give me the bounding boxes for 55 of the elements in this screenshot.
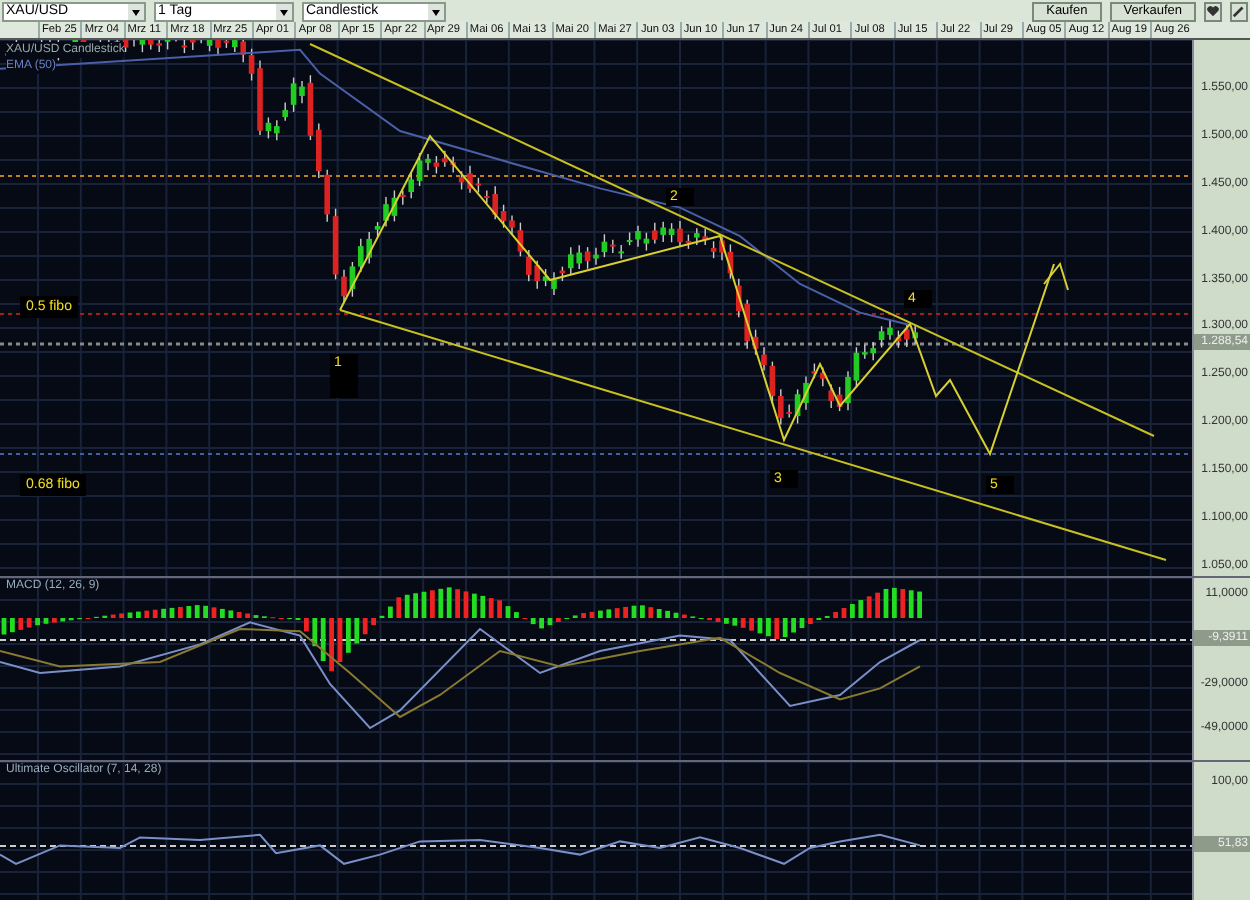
heart-icon-button[interactable] xyxy=(1204,1,1222,21)
histogram-bar xyxy=(505,606,511,618)
histogram-bar xyxy=(665,610,670,618)
histogram-bar xyxy=(799,618,805,629)
histogram-bar xyxy=(749,618,754,631)
histogram-bar xyxy=(883,588,889,618)
histogram-bar xyxy=(136,611,141,618)
histogram-bar xyxy=(757,618,763,634)
histogram-bar xyxy=(337,618,343,662)
histogram-bar xyxy=(766,618,771,637)
histogram-bar xyxy=(1,618,7,635)
histogram-bar xyxy=(623,606,628,618)
histogram-bar xyxy=(497,600,502,618)
histogram-bar xyxy=(673,612,679,618)
histogram-bar xyxy=(203,605,208,618)
histogram-bar xyxy=(178,606,183,618)
histogram-bar xyxy=(917,591,922,618)
histogram-bar xyxy=(220,608,225,618)
histogram-bar xyxy=(430,590,435,618)
histogram-bar xyxy=(589,611,595,618)
histogram-bar xyxy=(850,604,855,618)
histogram-bar xyxy=(119,613,124,618)
histogram-bar xyxy=(127,612,133,618)
histogram-bar xyxy=(43,618,49,624)
histogram-bar xyxy=(539,618,544,629)
histogram-bar xyxy=(455,589,460,618)
histogram-bar xyxy=(598,610,603,618)
histogram-bar xyxy=(724,618,729,624)
histogram-bar xyxy=(791,618,796,633)
histogram-bar xyxy=(346,618,351,653)
histogram-bar xyxy=(371,618,376,626)
histogram-bar xyxy=(161,608,166,618)
histogram-bar xyxy=(245,613,250,618)
histogram-bar xyxy=(169,607,175,618)
histogram-bar xyxy=(892,587,897,618)
histogram-bar xyxy=(329,618,334,672)
histogram-bar xyxy=(35,618,40,626)
histogram-bar xyxy=(413,593,418,618)
histogram-bar xyxy=(52,618,57,623)
histogram-bar xyxy=(547,618,553,626)
histogram-bar xyxy=(841,608,847,618)
histogram-bar xyxy=(304,618,309,632)
pencil-icon-button[interactable] xyxy=(1230,1,1248,21)
histogram-bar xyxy=(808,618,813,625)
histogram-bar xyxy=(421,591,427,618)
histogram-bar xyxy=(631,605,637,618)
histogram-bar xyxy=(875,592,880,618)
histogram-bar xyxy=(581,613,586,618)
histogram-bar xyxy=(211,607,217,618)
histogram-bar xyxy=(833,612,838,618)
histogram-bar xyxy=(514,612,519,618)
histogram-bar xyxy=(640,605,645,618)
histogram-bar xyxy=(472,593,477,618)
histogram-bar xyxy=(10,618,15,633)
histogram-bar xyxy=(463,591,469,618)
